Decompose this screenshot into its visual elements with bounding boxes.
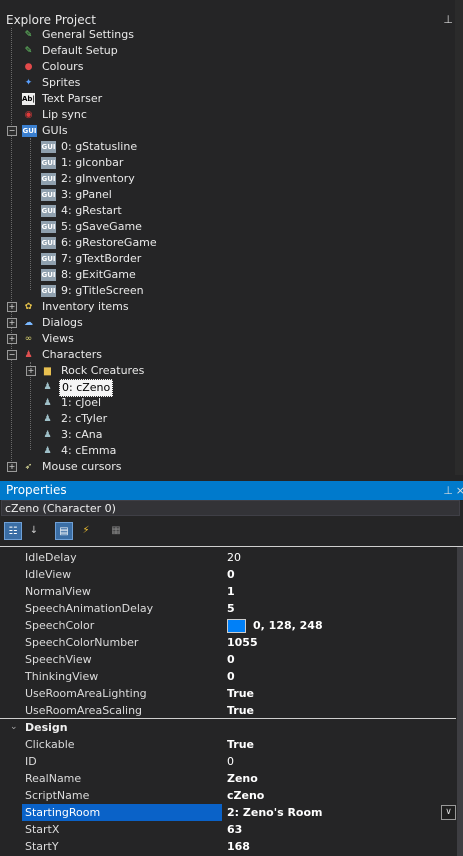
speech-bubble-icon: ☁	[24, 318, 33, 328]
property-pages-icon[interactable]: ▦	[107, 522, 125, 540]
character-icon: ♟	[43, 382, 52, 392]
property-row[interactable]: Clickable True	[0, 736, 456, 753]
character-icon: ♟	[43, 430, 52, 440]
expand-views[interactable]: +	[7, 334, 17, 344]
expand-rock-creatures[interactable]: +	[26, 366, 36, 376]
palette-icon: ●	[24, 62, 33, 72]
property-grid: IdleDelay 20 IdleView 0 NormalView 1 Spe…	[0, 546, 463, 856]
characters-icon: ♟	[24, 350, 33, 360]
properties-toolbar: ☷ ↓ ▤ ⚡ ▦	[0, 519, 463, 544]
wrench-icon: ✎	[24, 30, 33, 40]
expand-inventory[interactable]: +	[7, 302, 17, 312]
expand-dialogs[interactable]: +	[7, 318, 17, 328]
property-row[interactable]: IdleView 0	[0, 566, 456, 583]
tree-guide	[11, 28, 12, 465]
gui-icon: GUI	[41, 285, 56, 297]
gui-icon: GUI	[41, 237, 56, 249]
categorized-icon[interactable]: ☷	[4, 522, 22, 540]
property-row-selected[interactable]: StartingRoom 2: Zeno's Room ∨	[0, 804, 456, 821]
events-icon[interactable]: ⚡	[77, 522, 95, 540]
gui-icon: GUI	[41, 205, 56, 217]
property-grid-scrollbar[interactable]	[457, 547, 463, 856]
property-row[interactable]: StartY 168	[0, 838, 456, 855]
inventory-icon: ✿	[24, 302, 33, 312]
properties-title: Properties	[6, 483, 67, 497]
tree-guide	[30, 138, 31, 290]
character-icon: ♟	[43, 414, 52, 424]
property-row[interactable]: UseRoomAreaLighting True	[0, 685, 456, 702]
properties-icon[interactable]: ▤	[55, 522, 73, 540]
property-row[interactable]: ThinkingView 0	[0, 668, 456, 685]
property-row[interactable]: NormalView 1	[0, 583, 456, 600]
properties-header: Properties ⊥ ×	[0, 481, 463, 500]
color-swatch	[227, 619, 246, 633]
gui-icon: GUI	[41, 141, 56, 153]
collapse-characters[interactable]: −	[7, 350, 17, 360]
gui-icon: GUI	[41, 253, 56, 265]
property-row[interactable]: ID 0	[0, 753, 456, 770]
property-row[interactable]: IdleDelay 20	[0, 549, 456, 566]
cursor-icon: ➶	[24, 462, 33, 472]
object-selector-value: cZeno (Character 0)	[5, 502, 116, 515]
category-design[interactable]: ⌄ Design	[0, 718, 456, 736]
property-row[interactable]: ScriptName cZeno	[0, 787, 456, 804]
property-row[interactable]: RealName Zeno	[0, 770, 456, 787]
property-row[interactable]: SpeechAnimationDelay 5	[0, 600, 456, 617]
explorer-title-text: Explore Project	[6, 13, 96, 27]
gui-icon: GUI	[41, 173, 56, 185]
sprites-icon: ✦	[24, 78, 33, 88]
property-row[interactable]: SpeechView 0	[0, 651, 456, 668]
gui-folder-icon: GUI	[22, 125, 37, 137]
property-row[interactable]: UseRoomAreaScaling True	[0, 702, 456, 719]
property-row[interactable]: StartX 63	[0, 821, 456, 838]
gui-icon: GUI	[41, 221, 56, 233]
alphabetical-icon[interactable]: ↓	[25, 522, 43, 540]
wrench-icon: ✎	[24, 46, 33, 56]
gui-icon: GUI	[41, 157, 56, 169]
expand-mouse-cursors[interactable]: +	[7, 462, 17, 472]
collapse-guis[interactable]: −	[7, 126, 17, 136]
pin-icon[interactable]: ⊥	[443, 481, 453, 500]
object-selector[interactable]: cZeno (Character 0)	[1, 500, 460, 516]
character-icon: ♟	[43, 446, 52, 456]
dropdown-arrow-icon[interactable]: ∨	[441, 805, 456, 820]
collapse-icon[interactable]: ⌄	[10, 719, 18, 736]
character-icon: ♟	[43, 398, 52, 408]
close-icon[interactable]: ×	[456, 481, 463, 500]
lips-icon: ◉	[24, 110, 33, 120]
folder-icon: ▆	[44, 366, 51, 376]
property-row[interactable]: SpeechColorNumber 1055	[0, 634, 456, 651]
glasses-icon: ∞	[24, 334, 33, 344]
text-parser-icon: Ab|	[22, 93, 35, 105]
gui-icon: GUI	[41, 269, 56, 281]
project-tree: ✎ General Settings ✎ Default Setup ● Col…	[7, 28, 157, 473]
gui-icon: GUI	[41, 189, 56, 201]
property-row[interactable]: SpeechColor 0, 128, 248	[0, 617, 456, 634]
